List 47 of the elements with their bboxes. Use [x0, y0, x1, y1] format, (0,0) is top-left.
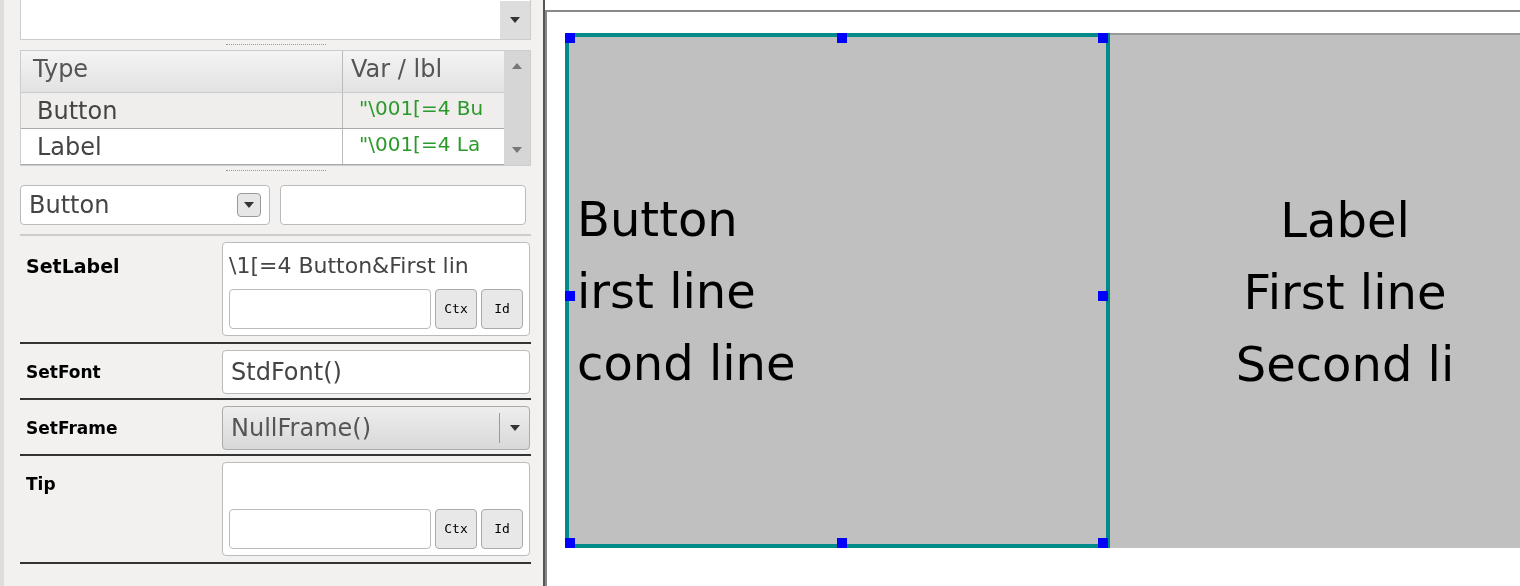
id-button[interactable]: Id	[481, 289, 523, 329]
table-cell: Label	[21, 129, 343, 164]
widget-text: cond line	[577, 333, 796, 393]
scroll-up-icon[interactable]	[512, 63, 522, 69]
widget-text: Label	[1280, 190, 1410, 250]
resize-handle[interactable]	[1098, 290, 1108, 301]
widget-text: Second li	[1235, 334, 1455, 394]
resize-handle[interactable]	[1098, 33, 1108, 43]
context-field[interactable]	[229, 289, 431, 329]
column-header[interactable]: Var / lbl	[343, 51, 504, 92]
context-button[interactable]: Ctx	[435, 289, 477, 329]
context-field[interactable]	[229, 509, 431, 549]
table-cell-text: "\001[=4 La	[358, 131, 482, 158]
multiline-field[interactable]: \1[=4 Button&First lin Ctx Id	[222, 242, 530, 336]
scroll-down-icon[interactable]	[512, 147, 522, 153]
resize-handle[interactable]	[565, 290, 575, 301]
table-cell: Button	[21, 93, 343, 128]
scrollbar[interactable]	[504, 51, 530, 165]
widget-text: irst line	[577, 261, 756, 321]
type-dropdown[interactable]: Button	[20, 185, 270, 225]
property-name: SetLabel	[25, 254, 121, 279]
canvas-button[interactable]: Button irst line cond line	[565, 33, 1110, 548]
table-row[interactable]: Label "\001[=4 La	[21, 129, 504, 165]
property-name: SetFrame	[25, 417, 119, 440]
scroll-down-icon	[510, 17, 520, 23]
multiline-field[interactable]: Ctx Id	[222, 462, 530, 556]
table-row[interactable]: Button "\001[=4 Bu	[21, 93, 504, 129]
widget-text: Button	[577, 189, 738, 249]
resize-handle[interactable]	[565, 538, 575, 548]
context-button[interactable]: Ctx	[435, 509, 477, 549]
column-header[interactable]: Type	[21, 51, 343, 92]
dropdown[interactable]: NullFrame()	[222, 406, 530, 450]
id-button[interactable]: Id	[481, 509, 523, 549]
property-name: SetFont	[25, 361, 102, 384]
text-field[interactable]: StdFont()	[222, 350, 530, 394]
resize-handle[interactable]	[836, 33, 847, 43]
field-value: \1[=4 Button&First lin	[229, 252, 470, 280]
canvas-label[interactable]: Label First line Second li	[1110, 33, 1520, 548]
name-field[interactable]	[280, 185, 526, 225]
resize-handle[interactable]	[1098, 538, 1108, 548]
resize-handle[interactable]	[836, 538, 847, 548]
property-name: Tip	[25, 473, 57, 496]
resize-handle[interactable]	[565, 33, 575, 43]
caret-icon	[244, 202, 254, 208]
widget-text: First line	[1243, 262, 1447, 322]
caret-icon	[509, 425, 520, 431]
table-cell-text: "\001[=4 Bu	[358, 95, 485, 122]
